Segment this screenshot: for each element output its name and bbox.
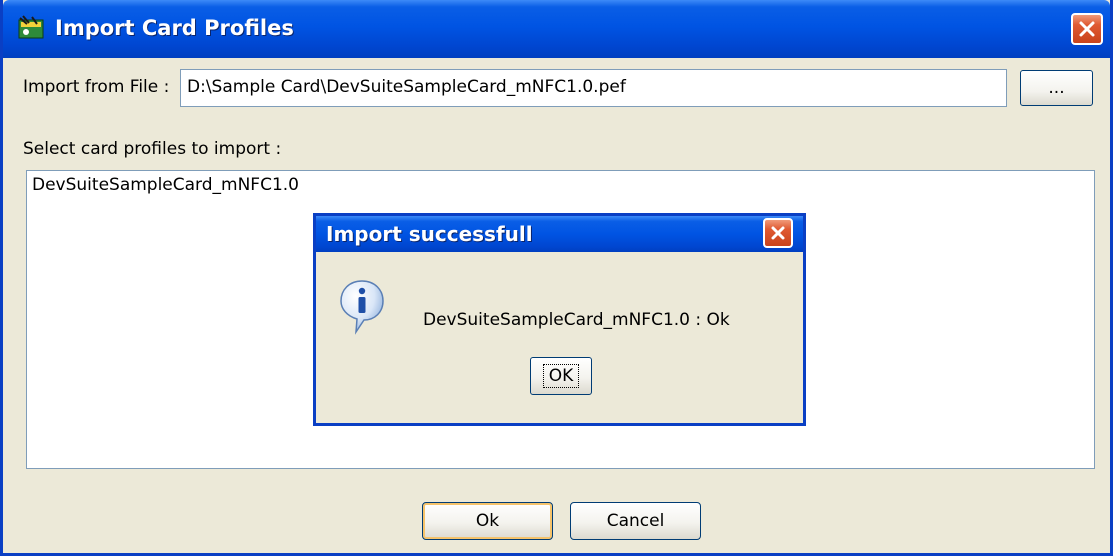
info-icon (340, 280, 384, 335)
close-icon (1079, 21, 1095, 37)
dialog-ok-label: OK (542, 364, 580, 388)
cancel-button[interactable]: Cancel (570, 502, 701, 540)
select-profiles-label: Select card profiles to import : (23, 139, 282, 159)
dialog-close-button[interactable] (763, 218, 793, 248)
dialog-message: DevSuiteSampleCard_mNFC1.0 : Ok (423, 310, 730, 330)
import-success-dialog: Import successfull DevSuiteSampleCard_mN… (313, 213, 806, 426)
close-icon (771, 226, 785, 240)
browse-button[interactable]: ... (1020, 70, 1093, 106)
import-file-field[interactable]: D:\Sample Card\DevSuiteSampleCard_mNFC1.… (180, 69, 1007, 107)
import-file-label: Import from File : (23, 77, 170, 97)
dialog-ok-button[interactable]: OK (530, 357, 592, 395)
window-close-button[interactable] (1071, 13, 1103, 45)
window-titlebar[interactable]: Import Card Profiles (3, 0, 1110, 58)
list-item[interactable]: DevSuiteSampleCard_mNFC1.0 (32, 175, 299, 195)
card-profiles-app-icon (18, 15, 44, 39)
window-title: Import Card Profiles (55, 16, 294, 40)
ok-button[interactable]: Ok (422, 502, 553, 540)
dialog-title: Import successfull (326, 222, 533, 246)
dialog-titlebar[interactable]: Import successfull (316, 216, 803, 252)
